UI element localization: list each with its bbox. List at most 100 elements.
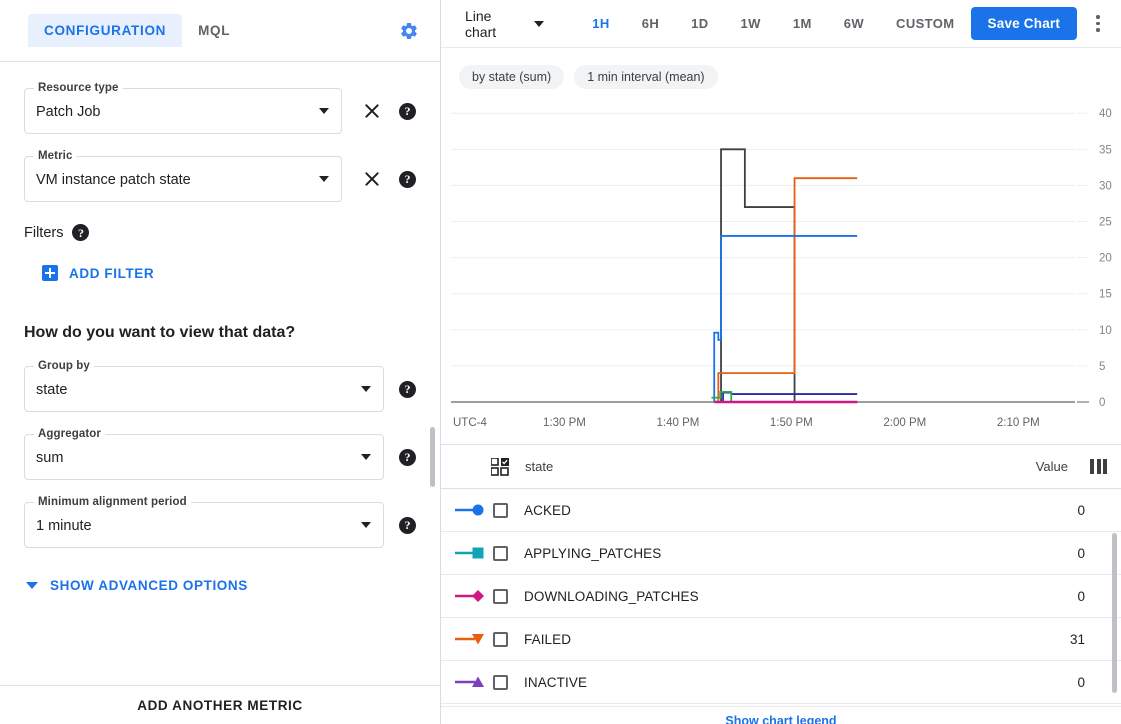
metric-field: Metric VM instance patch state ? bbox=[24, 150, 416, 202]
aggregator-value: sum bbox=[36, 450, 64, 466]
range-6h[interactable]: 6H bbox=[632, 10, 669, 37]
chart-series-line bbox=[722, 391, 858, 402]
chart-panel: Line chart 1H 6H 1D 1W 1M 6W CUSTOM Save… bbox=[441, 0, 1121, 724]
series-marker-icon bbox=[455, 675, 485, 689]
chevron-down-icon bbox=[26, 582, 38, 589]
alignment-period-select[interactable]: Minimum alignment period 1 minute bbox=[24, 496, 384, 548]
x-tick-label: 2:00 PM bbox=[883, 417, 926, 429]
range-1m[interactable]: 1M bbox=[783, 10, 822, 37]
series-marker-icon bbox=[455, 546, 485, 560]
chevron-down-icon[interactable] bbox=[361, 454, 371, 460]
legend-row-label: DOWNLOADING_PATCHES bbox=[524, 588, 699, 604]
legend-bottom-link-label: Show chart legend bbox=[725, 714, 837, 724]
aggregator-help-icon[interactable]: ? bbox=[399, 448, 416, 466]
clear-resource-type-icon[interactable] bbox=[360, 99, 384, 123]
chart-type-selector[interactable]: Line chart bbox=[459, 3, 550, 45]
x-tick-label: 2:10 PM bbox=[997, 417, 1040, 429]
resource-type-help-icon[interactable]: ? bbox=[399, 102, 416, 120]
show-advanced-options-button[interactable]: SHOW ADVANCED OPTIONS bbox=[26, 578, 248, 593]
legend-row-checkbox[interactable] bbox=[493, 674, 508, 690]
grid-checkbox-icon[interactable] bbox=[490, 456, 509, 476]
y-tick-label: 30 bbox=[1099, 180, 1112, 192]
legend-row-label: APPLYING_PATCHES bbox=[524, 545, 662, 561]
chevron-down-icon[interactable] bbox=[361, 522, 371, 528]
chart-chips: by state (sum) 1 min interval (mean) bbox=[441, 48, 1121, 92]
alignment-period-field: Minimum alignment period 1 minute ? bbox=[24, 496, 416, 548]
gear-icon[interactable] bbox=[392, 14, 426, 48]
kebab-menu-icon[interactable] bbox=[1083, 7, 1113, 41]
tab-mql[interactable]: MQL bbox=[182, 14, 246, 47]
legend-row-value: 0 bbox=[1077, 588, 1085, 604]
legend-row-checkbox[interactable] bbox=[493, 588, 508, 604]
chevron-down-icon[interactable] bbox=[319, 108, 329, 114]
group-by-value: state bbox=[36, 382, 68, 398]
legend-row[interactable]: DOWNLOADING_PATCHES 0 bbox=[441, 575, 1121, 618]
legend-row[interactable]: FAILED 31 bbox=[441, 618, 1121, 661]
legend-row[interactable]: APPLYING_PATCHES 0 bbox=[441, 532, 1121, 575]
add-filter-button[interactable]: ADD FILTER bbox=[42, 265, 154, 281]
y-tick-label: 10 bbox=[1099, 325, 1112, 337]
chevron-down-icon[interactable] bbox=[361, 386, 371, 392]
line-chart[interactable]: 0 5 10 15 20 25 30 35 40 1:30 PM 1:40 PM 1:50 PM 2:0… bbox=[441, 92, 1121, 444]
columns-icon[interactable] bbox=[1090, 459, 1107, 474]
group-by-field: Group by state ? bbox=[24, 360, 416, 412]
configuration-scrollbar[interactable] bbox=[430, 427, 435, 487]
resource-type-field: Resource type Patch Job ? bbox=[24, 82, 416, 134]
add-another-metric-label: ADD ANOTHER METRIC bbox=[137, 697, 303, 713]
range-custom[interactable]: CUSTOM bbox=[886, 10, 965, 37]
chip-interval[interactable]: 1 min interval (mean) bbox=[574, 65, 718, 89]
legend-row-label: INACTIVE bbox=[524, 674, 588, 690]
alignment-period-help-icon[interactable]: ? bbox=[399, 516, 416, 534]
chart-series-line bbox=[720, 148, 858, 403]
legend-row-value: 0 bbox=[1077, 502, 1085, 518]
chart-toolbar: Line chart 1H 6H 1D 1W 1M 6W CUSTOM Save… bbox=[441, 0, 1121, 48]
x-tick-label: 1:30 PM bbox=[543, 417, 586, 429]
filters-help-icon[interactable]: ? bbox=[72, 224, 90, 241]
timezone-label: UTC-4 bbox=[453, 417, 487, 429]
chevron-down-icon[interactable] bbox=[319, 176, 329, 182]
legend-row-checkbox[interactable] bbox=[493, 502, 508, 518]
alignment-period-value: 1 minute bbox=[36, 518, 92, 534]
range-6w[interactable]: 6W bbox=[834, 10, 874, 37]
add-another-metric-button[interactable]: ADD ANOTHER METRIC bbox=[0, 685, 440, 724]
group-by-label: Group by bbox=[34, 360, 94, 372]
series-marker-icon bbox=[455, 632, 485, 646]
range-1w-label: 1W bbox=[740, 16, 761, 31]
panel-tabs: CONFIGURATION MQL bbox=[0, 0, 440, 62]
metric-select[interactable]: Metric VM instance patch state bbox=[24, 150, 342, 202]
group-by-select[interactable]: Group by state bbox=[24, 360, 384, 412]
legend-row-value: 0 bbox=[1077, 545, 1085, 561]
legend-table: state Value ACKED 0 APPLYING_PATCHES 0 DOWNL… bbox=[441, 444, 1121, 724]
resource-type-value: Patch Job bbox=[36, 104, 101, 120]
aggregator-field: Aggregator sum ? bbox=[24, 428, 416, 480]
chart-series-line bbox=[717, 177, 858, 402]
resource-type-select[interactable]: Resource type Patch Job bbox=[24, 82, 342, 134]
y-tick-label: 15 bbox=[1099, 289, 1112, 301]
metrics-explorer-app: CONFIGURATION MQL Resource type Patch Jo… bbox=[0, 0, 1121, 724]
legend-row-checkbox[interactable] bbox=[493, 545, 508, 561]
metric-help-icon[interactable]: ? bbox=[399, 170, 416, 188]
clear-metric-icon[interactable] bbox=[360, 167, 384, 191]
legend-scrollbar[interactable] bbox=[1112, 533, 1117, 693]
chip-group-by[interactable]: by state (sum) bbox=[459, 65, 565, 89]
legend-column-state: state bbox=[525, 459, 554, 474]
legend-row[interactable]: ACKED 0 bbox=[441, 489, 1121, 532]
legend-row[interactable]: INACTIVE 0 bbox=[441, 661, 1121, 704]
range-1d[interactable]: 1D bbox=[681, 10, 718, 37]
group-by-help-icon[interactable]: ? bbox=[399, 380, 416, 398]
legend-bottom-link[interactable]: Show chart legend bbox=[441, 706, 1121, 724]
metric-label: Metric bbox=[34, 150, 77, 162]
aggregator-select[interactable]: Aggregator sum bbox=[24, 428, 384, 480]
tab-configuration[interactable]: CONFIGURATION bbox=[28, 14, 183, 47]
save-chart-button[interactable]: Save Chart bbox=[970, 7, 1078, 40]
range-1h[interactable]: 1H bbox=[582, 10, 619, 37]
save-chart-label: Save Chart bbox=[987, 16, 1061, 31]
range-1w[interactable]: 1W bbox=[731, 10, 771, 37]
tab-mql-label: MQL bbox=[198, 23, 231, 38]
range-1m-label: 1M bbox=[792, 16, 812, 31]
y-tick-label: 25 bbox=[1099, 217, 1112, 229]
legend-row-checkbox[interactable] bbox=[493, 631, 508, 647]
legend-row-label: ACKED bbox=[524, 502, 572, 518]
range-1h-label: 1H bbox=[592, 16, 610, 31]
range-custom-label: CUSTOM bbox=[896, 16, 955, 31]
